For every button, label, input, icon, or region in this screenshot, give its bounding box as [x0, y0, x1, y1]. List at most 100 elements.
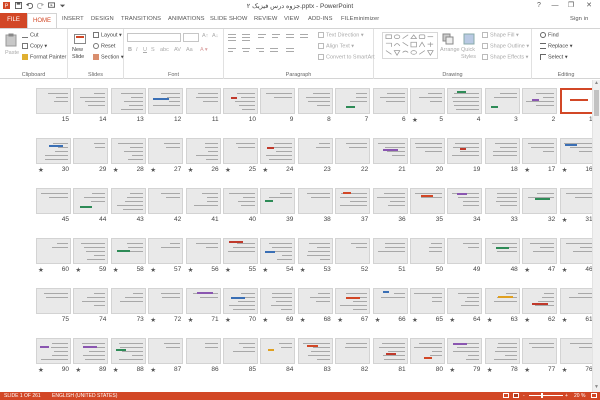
font-size-input[interactable] [183, 33, 199, 42]
slide-thumbnail[interactable] [185, 188, 221, 214]
animation-star-icon[interactable]: ★ [449, 366, 455, 374]
slide-thumbnail[interactable] [484, 188, 520, 214]
slide-thumbnail[interactable] [260, 238, 296, 264]
slide-thumbnail[interactable] [73, 238, 109, 264]
slide-thumbnail[interactable] [335, 138, 371, 164]
italic-button[interactable]: I [136, 47, 138, 53]
slide-thumbnail[interactable] [185, 138, 221, 164]
slide-thumbnail[interactable] [410, 188, 445, 214]
animation-star-icon[interactable]: ★ [75, 366, 81, 374]
tab-file[interactable]: FILE [0, 13, 27, 28]
animation-star-icon[interactable]: ★ [562, 216, 568, 224]
scroll-up-icon[interactable]: ▲ [593, 80, 600, 88]
slide-thumbnail[interactable] [297, 188, 333, 214]
slide-thumbnail[interactable] [372, 288, 408, 314]
animation-star-icon[interactable]: ★ [262, 316, 268, 324]
slide-thumbnail[interactable] [410, 238, 445, 264]
slide-thumbnail[interactable] [297, 338, 333, 364]
slide-thumbnail[interactable] [110, 138, 146, 164]
underline-button[interactable]: U [143, 47, 147, 53]
slide-thumbnail[interactable] [522, 88, 558, 114]
scroll-down-icon[interactable]: ▼ [593, 384, 600, 392]
convert-smartart-button[interactable]: Convert to SmartArt [318, 54, 375, 60]
tab-transitions[interactable]: TRANSITIONS [121, 16, 161, 22]
scroll-thumb[interactable] [594, 90, 599, 116]
slide-thumbnail[interactable] [148, 338, 184, 364]
slide-thumbnail[interactable] [484, 88, 520, 114]
animation-star-icon[interactable]: ★ [562, 366, 568, 374]
slide-thumbnail[interactable] [297, 238, 333, 264]
slide-thumbnail[interactable] [484, 138, 520, 164]
font-color-button[interactable]: A ▾ [200, 47, 208, 53]
tab-design[interactable]: DESIGN [91, 16, 114, 22]
animation-star-icon[interactable]: ★ [562, 266, 568, 274]
alignment-icons[interactable] [228, 47, 316, 55]
arrange-icon[interactable] [442, 33, 454, 45]
slide-thumbnail[interactable] [185, 88, 221, 114]
animation-star-icon[interactable]: ★ [562, 166, 568, 174]
slide-thumbnail[interactable] [110, 238, 146, 264]
slide-thumbnail[interactable] [335, 188, 371, 214]
slide-thumbnail[interactable] [447, 138, 483, 164]
shadow-button[interactable]: abc [160, 47, 169, 53]
slide-thumbnail[interactable] [110, 338, 146, 364]
slide-thumbnail[interactable] [297, 138, 333, 164]
slide-thumbnail[interactable] [36, 88, 71, 114]
slide-thumbnail[interactable] [73, 188, 109, 214]
animation-star-icon[interactable]: ★ [150, 166, 156, 174]
slide-thumbnail[interactable] [223, 338, 258, 364]
slide-thumbnail[interactable] [110, 288, 146, 314]
paste-icon[interactable] [5, 33, 17, 47]
slide-thumbnail[interactable] [522, 188, 558, 214]
animation-star-icon[interactable]: ★ [225, 266, 231, 274]
arrange-button[interactable]: Arrange [440, 47, 460, 53]
slide-thumbnail[interactable] [223, 288, 258, 314]
reset-button[interactable]: Reset [93, 43, 115, 49]
vertical-scrollbar[interactable]: ▲ ▼ [592, 80, 600, 392]
slide-thumbnail[interactable] [559, 138, 592, 164]
slide-thumbnail[interactable] [522, 338, 558, 364]
animation-star-icon[interactable]: ★ [375, 316, 381, 324]
slide-thumbnail[interactable] [484, 288, 520, 314]
slide-thumbnail[interactable] [410, 338, 445, 364]
slide-thumbnail[interactable] [447, 338, 483, 364]
font-name-input[interactable] [127, 33, 181, 42]
close-button[interactable]: ✕ [582, 1, 596, 11]
animation-star-icon[interactable]: ★ [300, 316, 306, 324]
find-button[interactable]: Find [540, 32, 559, 38]
animation-star-icon[interactable]: ★ [188, 166, 194, 174]
slide-thumbnail[interactable] [447, 288, 483, 314]
animation-star-icon[interactable]: ★ [188, 266, 194, 274]
slide-thumbnail[interactable] [372, 238, 408, 264]
slide-thumbnail[interactable] [372, 188, 408, 214]
slide-thumbnail[interactable] [297, 288, 333, 314]
zoom-out-button[interactable]: - [523, 393, 525, 399]
slide-thumbnail[interactable] [372, 138, 408, 164]
tab-view[interactable]: VIEW [284, 16, 299, 22]
animation-star-icon[interactable]: ★ [75, 266, 81, 274]
change-case-button[interactable]: Aa [186, 47, 193, 53]
animation-star-icon[interactable]: ★ [38, 266, 44, 274]
slide-thumbnail[interactable] [36, 338, 71, 364]
animation-star-icon[interactable]: ★ [524, 316, 530, 324]
slide-thumbnail[interactable] [223, 238, 258, 264]
slide-thumbnail[interactable] [148, 288, 184, 314]
slide-thumbnail[interactable] [335, 88, 371, 114]
animation-star-icon[interactable]: ★ [150, 316, 156, 324]
select-button[interactable]: Select ▾ [540, 54, 568, 60]
language-indicator[interactable]: ENGLISH (UNITED STATES) [52, 393, 117, 399]
slide-thumbnail[interactable] [559, 338, 592, 364]
slide-thumbnail[interactable] [335, 238, 371, 264]
slide-thumbnail[interactable] [447, 88, 483, 114]
layout-button[interactable]: Layout ▾ [93, 32, 122, 38]
slide-sorter-view-icon[interactable] [513, 393, 519, 398]
animation-star-icon[interactable]: ★ [113, 266, 119, 274]
quick-styles-icon[interactable] [463, 33, 475, 45]
slide-thumbnail[interactable] [36, 188, 71, 214]
copy-button[interactable]: Copy ▾ [22, 43, 47, 49]
slide-thumbnail[interactable] [297, 88, 333, 114]
zoom-slider[interactable] [529, 395, 563, 396]
slide-thumbnail[interactable] [36, 238, 71, 264]
minimize-button[interactable]: — [548, 1, 562, 11]
slide-thumbnail[interactable] [522, 138, 558, 164]
